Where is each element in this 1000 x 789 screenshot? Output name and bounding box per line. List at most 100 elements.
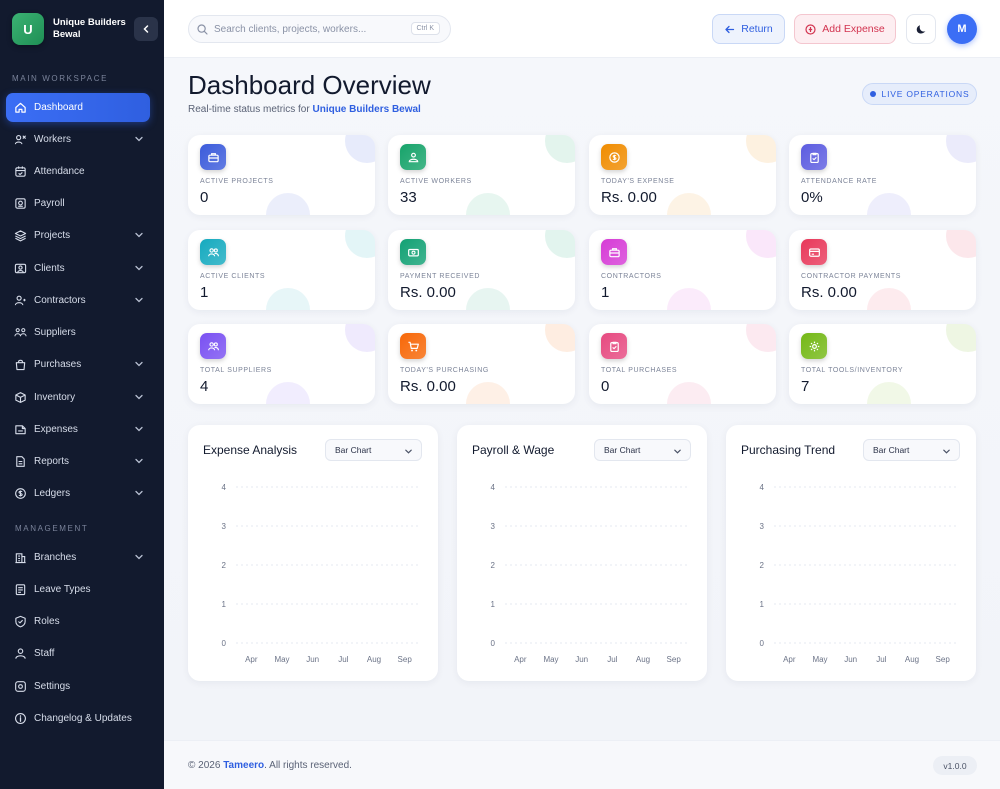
expense-icon <box>13 423 27 437</box>
sidebar-item-suppliers[interactable]: Suppliers <box>6 318 150 347</box>
chevron-down-icon <box>135 458 143 464</box>
sidebar-item-branches[interactable]: Branches <box>6 543 150 572</box>
x-tick-label: Sep <box>667 655 682 664</box>
chevron-down-icon <box>135 232 143 238</box>
y-tick-label: 3 <box>222 522 227 531</box>
sidebar-item-reports[interactable]: Reports <box>6 447 150 476</box>
x-tick-label: Jun <box>844 655 857 664</box>
brand[interactable]: U Unique Builders Bewal <box>12 13 131 45</box>
sidebar-item-projects[interactable]: Projects <box>6 221 150 250</box>
stat-value: Rs. 0.00 <box>400 378 456 395</box>
briefcase-icon <box>601 239 627 265</box>
sidebar-item-staff[interactable]: Staff <box>6 639 150 668</box>
sidebar-item-clients[interactable]: Clients <box>6 254 150 283</box>
add-expense-button[interactable]: Add Expense <box>794 14 896 44</box>
gear-icon <box>801 333 827 359</box>
search-shortcut: Ctrl K <box>410 22 440 35</box>
sidebar-item-roles[interactable]: Roles <box>6 607 150 636</box>
card-decoration <box>946 135 976 163</box>
card-decoration <box>266 193 310 215</box>
x-tick-label: May <box>543 655 558 664</box>
chart-type-value: Bar Chart <box>873 445 910 455</box>
sidebar-item-label: Changelog & Updates <box>34 713 132 724</box>
sidebar-item-label: Branches <box>34 552 77 563</box>
contractor-icon <box>13 294 27 308</box>
x-tick-label: Jul <box>607 655 617 664</box>
stat-card[interactable]: ATTENDANCE RATE 0% <box>789 135 976 215</box>
stat-card[interactable]: ACTIVE PROJECTS 0 <box>188 135 375 215</box>
card-decoration <box>867 193 911 215</box>
return-button[interactable]: Return <box>712 14 785 44</box>
sidebar-item-settings[interactable]: Settings <box>6 672 150 701</box>
theme-toggle-button[interactable] <box>906 14 936 44</box>
chart-type-value: Bar Chart <box>604 445 641 455</box>
card-decoration <box>746 230 776 258</box>
stat-value: 1 <box>200 284 209 301</box>
stat-value: Rs. 0.00 <box>400 284 456 301</box>
chart-title: Expense Analysis <box>203 443 298 457</box>
stat-card[interactable]: TODAY'S EXPENSE Rs. 0.00 <box>589 135 776 215</box>
stat-card[interactable]: CONTRACTORS 1 <box>589 230 776 310</box>
sidebar-item-contractors[interactable]: Contractors <box>6 286 150 315</box>
sidebar-item-ledgers[interactable]: Ledgers <box>6 479 150 508</box>
return-label: Return <box>741 23 773 35</box>
footer-company-link[interactable]: Tameero <box>223 760 264 771</box>
subtitle-company[interactable]: Unique Builders Bewal <box>312 104 420 115</box>
chart-type-select[interactable]: Bar Chart <box>863 439 960 461</box>
stat-card[interactable]: ACTIVE WORKERS 33 <box>388 135 575 215</box>
stat-label: ACTIVE PROJECTS <box>200 178 274 185</box>
stat-card[interactable]: TOTAL PURCHASES 0 <box>589 324 776 404</box>
sidebar-item-label: Roles <box>34 616 60 627</box>
arrow-left-icon <box>725 25 735 33</box>
stat-card[interactable]: TOTAL SUPPLIERS 4 <box>188 324 375 404</box>
y-tick-label: 0 <box>491 639 496 648</box>
clipboard-icon <box>601 333 627 359</box>
layers-icon <box>13 229 27 243</box>
home-icon <box>13 101 27 115</box>
sidebar-item-workers[interactable]: Workers <box>6 125 150 154</box>
subtitle-text: Real-time status metrics for <box>188 104 310 115</box>
card-decoration <box>545 230 575 258</box>
sidebar-item-expenses[interactable]: Expenses <box>6 415 150 444</box>
stat-card[interactable]: CONTRACTOR PAYMENTS Rs. 0.00 <box>789 230 976 310</box>
stat-card[interactable]: PAYMENT RECEIVED Rs. 0.00 <box>388 230 575 310</box>
stat-card[interactable]: TODAY'S PURCHASING Rs. 0.00 <box>388 324 575 404</box>
add-expense-label: Add Expense <box>822 23 885 35</box>
sidebar-item-label: Projects <box>34 230 71 241</box>
search-input[interactable] <box>214 23 404 35</box>
x-tick-label: May <box>812 655 827 664</box>
moon-icon <box>916 24 925 33</box>
user-avatar[interactable]: M <box>947 14 977 44</box>
y-tick-label: 4 <box>222 483 227 492</box>
sidebar-item-attendance[interactable]: Attendance <box>6 157 150 186</box>
sidebar-item-dashboard[interactable]: Dashboard <box>6 93 150 122</box>
stat-card[interactable]: TOTAL TOOLS/INVENTORY 7 <box>789 324 976 404</box>
card-decoration <box>345 324 375 352</box>
chevron-down-icon <box>135 394 143 400</box>
chart-type-select[interactable]: Bar Chart <box>594 439 691 461</box>
payroll-wage-chart: 0 1 2 3 4 Apr May Jun Jul Aug Sep <box>491 483 689 664</box>
chart-type-select[interactable]: Bar Chart <box>325 439 422 461</box>
stat-card[interactable]: ACTIVE CLIENTS 1 <box>188 230 375 310</box>
suppliers-icon <box>13 326 27 340</box>
sidebar-item-changelog[interactable]: Changelog & Updates <box>6 704 150 733</box>
sidebar-item-leave-types[interactable]: Leave Types <box>6 575 150 604</box>
sidebar-item-inventory[interactable]: Inventory <box>6 383 150 412</box>
search-box[interactable]: Ctrl K <box>188 15 451 43</box>
chart-type-value: Bar Chart <box>335 445 372 455</box>
x-tick-label: Jun <box>306 655 319 664</box>
stat-label: TODAY'S EXPENSE <box>601 178 675 185</box>
sidebar-item-purchases[interactable]: Purchases <box>6 350 150 379</box>
sidebar: U Unique Builders Bewal MAIN WORKSPACE D… <box>0 0 164 789</box>
sidebar-item-label: Expenses <box>34 424 78 435</box>
sidebar-item-payroll[interactable]: Payroll <box>6 189 150 218</box>
y-tick-label: 1 <box>222 600 227 609</box>
ledger-icon <box>13 487 27 501</box>
stat-label: TOTAL TOOLS/INVENTORY <box>801 367 904 374</box>
collapse-sidebar-button[interactable] <box>134 17 158 41</box>
y-tick-label: 3 <box>491 522 496 531</box>
stat-value: 4 <box>200 378 209 395</box>
chart-title: Payroll & Wage <box>472 443 555 457</box>
chevron-down-icon <box>135 136 143 142</box>
stat-label: TODAY'S PURCHASING <box>400 367 489 374</box>
